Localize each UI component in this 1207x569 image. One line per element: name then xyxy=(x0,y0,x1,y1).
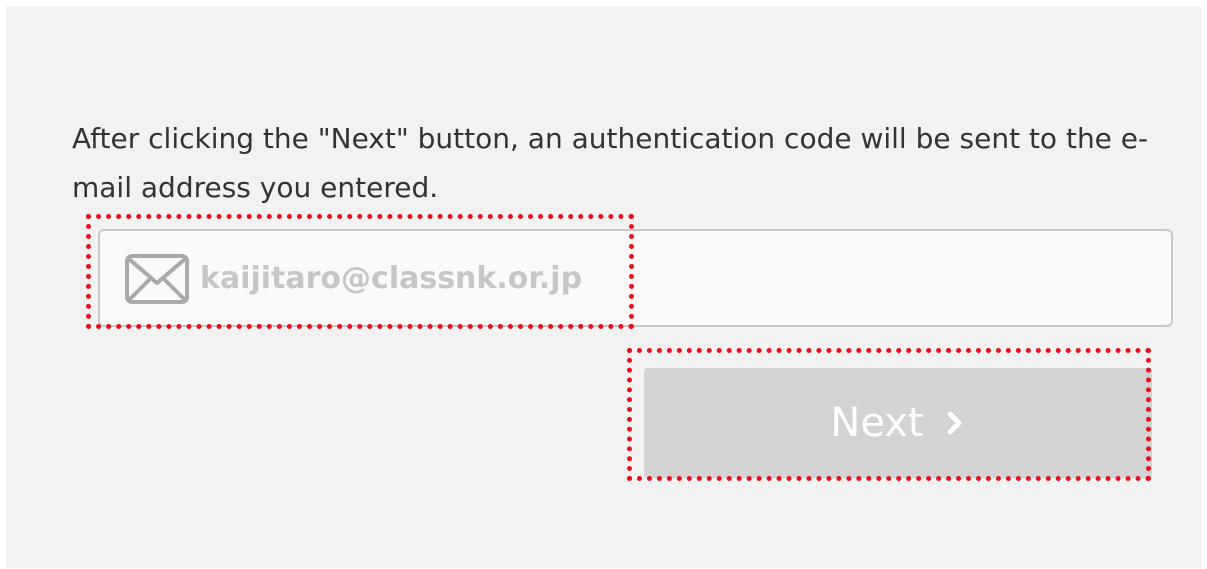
email-input[interactable] xyxy=(200,249,1100,307)
email-field[interactable] xyxy=(98,229,1173,327)
chevron-right-icon xyxy=(944,410,966,436)
next-button-label: Next xyxy=(830,400,924,446)
mail-icon xyxy=(124,253,190,305)
instructions-text: After clicking the "Next" button, an aut… xyxy=(72,122,1149,204)
next-button[interactable]: Next xyxy=(644,368,1152,478)
authentication-panel: After clicking the "Next" button, an aut… xyxy=(6,6,1201,568)
